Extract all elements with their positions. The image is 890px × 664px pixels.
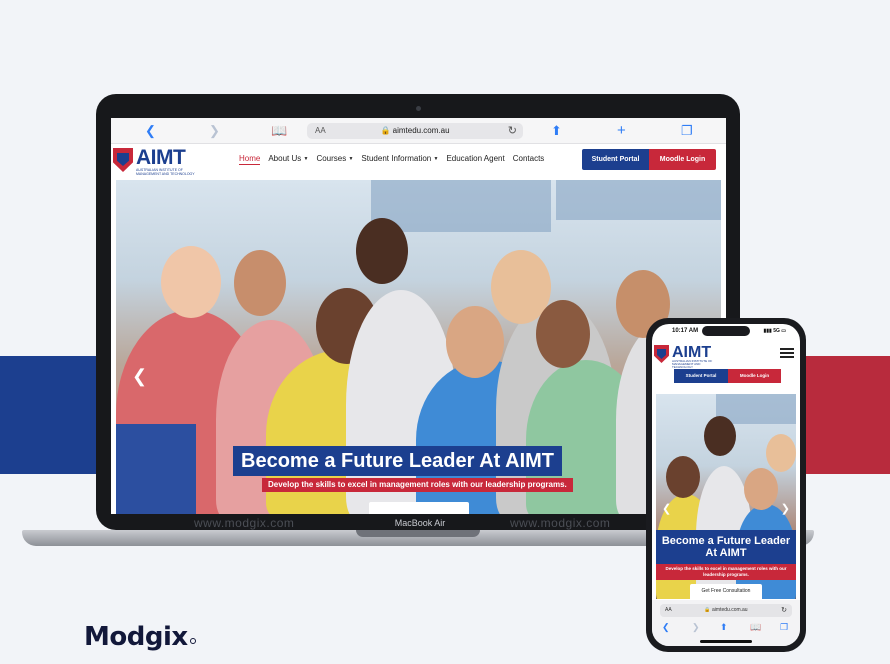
nav-student-information[interactable]: Student Information ▼: [361, 154, 438, 165]
phone-status-bar: 10:17 AM ▮▮▮ 5G ▭: [652, 324, 800, 338]
registered-mark-icon: [190, 638, 196, 644]
shield-icon: [113, 148, 133, 172]
logo-text: AIMT: [136, 146, 186, 169]
chevron-left-icon[interactable]: ❮: [132, 366, 147, 387]
hero-photo-face: [234, 250, 286, 316]
hero-title: Become a Future Leader At AIMT: [233, 446, 563, 476]
plus-icon[interactable]: +: [617, 123, 626, 139]
watermark: www.modgix.com: [194, 516, 295, 530]
status-signal: ▮▮▮ 5G ▭: [763, 328, 786, 334]
decorative-red-band: [800, 356, 890, 474]
back-icon[interactable]: ❮: [145, 123, 156, 139]
phone-browser-toolbar: AA 🔒 aimtedu.com.au ↻ ❮ ❯ ⬆ 📖 ❐: [652, 600, 800, 646]
reload-icon[interactable]: ↻: [508, 124, 517, 137]
hero-subtitle: Develop the skills to excel in managemen…: [656, 564, 796, 580]
hero-photo-face: [666, 456, 700, 498]
address-bar[interactable]: AA 🔒 aimtedu.com.au ↻: [307, 123, 523, 139]
hero-photo-face: [536, 300, 590, 368]
logo-subtitle: AUSTRALIAN INSTITUTE OF MANAGEMENT AND T…: [136, 168, 195, 176]
nav-courses[interactable]: Courses ▼: [316, 154, 353, 165]
chevron-right-icon[interactable]: ❯: [781, 502, 790, 515]
hero-carousel: ❮ Become a Future Leader At AIMT Develop…: [116, 180, 721, 514]
site-header: AIMT AUSTRALIAN INSTITUTE OF MANAGEMENT …: [111, 144, 726, 178]
home-indicator: [700, 640, 752, 643]
laptop-camera: [416, 106, 421, 111]
laptop-notch: [356, 530, 480, 537]
nav-contacts[interactable]: Contacts: [513, 154, 545, 165]
caret-down-icon: ▼: [433, 156, 439, 162]
student-portal-button[interactable]: Student Portal: [582, 149, 649, 170]
hero-photo-face: [446, 306, 504, 378]
url-text: 🔒 aimtedu.com.au: [704, 607, 748, 613]
laptop-screen: ❮ ❯ 📖 AA 🔒 aimtedu.com.au ↻ ⬆ + ❐ AIMT A…: [111, 118, 726, 514]
aimt-logo[interactable]: AIMT AUSTRALIAN INSTITUTE OF MANAGEMENT …: [113, 146, 197, 176]
book-icon[interactable]: 📖: [750, 622, 761, 633]
tabs-icon[interactable]: ❐: [681, 123, 693, 139]
background-windows: [556, 180, 721, 220]
url-text: 🔒 aimtedu.com.au: [380, 126, 450, 135]
forward-icon[interactable]: ❯: [209, 123, 220, 139]
nav-education-agent[interactable]: Education Agent: [446, 154, 504, 165]
hero-photo-folder: [116, 424, 196, 514]
hero-cta-button[interactable]: [369, 502, 469, 514]
main-nav: Home About Us ▼ Courses ▼ Student Inform…: [239, 154, 544, 165]
reload-icon[interactable]: ↻: [781, 606, 787, 614]
laptop-model-label: MacBook Air: [394, 518, 446, 528]
hero-photo-face: [161, 246, 221, 318]
phone-screen: 10:17 AM ▮▮▮ 5G ▭ AIMT AUSTRALIAN INSTIT…: [652, 324, 800, 646]
dynamic-island: [702, 326, 750, 336]
hamburger-menu-icon[interactable]: [780, 348, 794, 358]
student-portal-button[interactable]: Student Portal: [674, 369, 728, 383]
caret-down-icon: ▼: [348, 156, 354, 162]
get-free-consultation-button[interactable]: Get Free Consultation: [690, 584, 762, 599]
hero-photo-face: [704, 416, 736, 456]
browser-toolbar: ❮ ❯ 📖 AA 🔒 aimtedu.com.au ↻ ⬆ + ❐: [111, 118, 726, 144]
share-icon[interactable]: ⬆: [720, 622, 728, 633]
tabs-icon[interactable]: ❐: [780, 622, 788, 633]
share-icon[interactable]: ⬆: [551, 123, 562, 139]
forward-icon[interactable]: ❯: [692, 622, 700, 633]
hero-photo-face: [744, 468, 778, 510]
address-bar[interactable]: AA 🔒 aimtedu.com.au ↻: [660, 604, 792, 617]
aimt-logo[interactable]: AIMT AUSTRALIAN INSTITUTE OF MANAGEMENT …: [654, 344, 724, 369]
decorative-blue-band: [0, 356, 100, 474]
moodle-login-button[interactable]: Moodle Login: [649, 149, 716, 170]
logo-subtitle: AUSTRALIAN INSTITUTE OF MANAGEMENT AND T…: [672, 359, 713, 369]
shield-icon: [654, 345, 669, 363]
back-icon[interactable]: ❮: [662, 622, 670, 633]
hero-title: Become a Future Leader At AIMT: [656, 530, 796, 564]
chevron-left-icon[interactable]: ❮: [662, 502, 671, 515]
caret-down-icon: ▼: [303, 156, 309, 162]
hero-photo-face: [766, 434, 796, 472]
status-time: 10:17 AM: [672, 328, 699, 334]
hero-subtitle: Develop the skills to excel in managemen…: [262, 478, 573, 492]
book-icon[interactable]: 📖: [271, 123, 287, 139]
watermark: www.modgix.com: [510, 516, 611, 530]
nav-home[interactable]: Home: [239, 154, 261, 165]
hero-photo-face: [356, 218, 408, 284]
modgix-brand-logo: Modgix: [84, 622, 188, 652]
moodle-login-button[interactable]: Moodle Login: [728, 369, 781, 383]
nav-about-us[interactable]: About Us ▼: [268, 154, 308, 165]
hero-carousel: ❮ ❯ Become a Future Leader At AIMT Devel…: [656, 394, 796, 599]
